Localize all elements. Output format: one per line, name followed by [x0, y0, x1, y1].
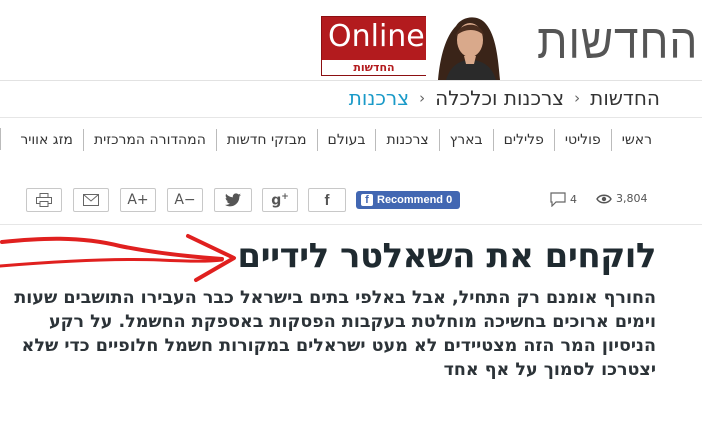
nav-item-weather[interactable]: מזג אוויר — [10, 129, 83, 151]
nav-divider — [0, 117, 702, 118]
recommend-label: Recommend 0 — [377, 194, 453, 206]
nav-item-crime[interactable]: פלילים — [492, 129, 554, 151]
eye-icon — [596, 194, 612, 203]
header-divider — [0, 80, 702, 81]
facebook-share-button[interactable]: f — [308, 188, 346, 212]
print-icon — [36, 193, 52, 207]
article-summary: החורף אומנם רק התחיל, אבל באלפי בתים ביש… — [14, 286, 656, 382]
site-logo[interactable]: החדשות — [537, 14, 698, 70]
facebook-logo-icon: f — [361, 194, 373, 206]
breadcrumb-item-consumer[interactable]: צרכנות — [349, 86, 409, 110]
chevron-left-icon: ‹ — [574, 89, 581, 107]
twitter-icon — [225, 193, 241, 207]
views-count-value: 3,804 — [616, 192, 648, 205]
nav-item-home[interactable]: ראשי — [610, 129, 662, 151]
print-button[interactable] — [26, 188, 62, 212]
twitter-button[interactable] — [214, 188, 252, 212]
breadcrumb-item-consumer-economy[interactable]: צרכנות וכלכלה — [435, 86, 564, 110]
facebook-recommend-button[interactable]: f Recommend 0 — [356, 191, 460, 209]
summary-line: החורף אומנם רק התחיל, אבל באלפי בתים ביש… — [14, 288, 656, 308]
online-badge[interactable]: Online החדשות — [321, 16, 427, 76]
nav-item-politics[interactable]: פוליטי — [553, 129, 611, 151]
presenter-photo — [426, 6, 508, 80]
facebook-icon: f — [324, 191, 330, 209]
chevron-left-icon: ‹ — [419, 89, 426, 107]
mail-icon — [83, 194, 99, 206]
annotation-arrow-icon — [0, 234, 236, 282]
summary-line: יצטרכו לסמוך על אף אחד — [443, 360, 656, 380]
article-headline: לוקחים את השאלטר לידיים — [237, 236, 656, 276]
comment-icon — [550, 192, 566, 207]
nav-item-consumer[interactable]: צרכנות — [375, 129, 438, 151]
mail-button[interactable] — [73, 188, 109, 212]
summary-line: וימים ארוכים בחשיכה מוחלטת בעקבות הפסקות… — [48, 312, 656, 332]
nav-item-news-flash[interactable]: מבזקי חדשות — [215, 129, 317, 151]
font-increase-button[interactable]: A+ — [120, 188, 156, 212]
nav-item-world[interactable]: בעולם — [316, 129, 376, 151]
nav-edge-divider — [0, 128, 1, 150]
google-plus-button[interactable]: g+ — [262, 188, 298, 212]
breadcrumb: החדשות ‹ צרכנות וכלכלה ‹ צרכנות — [349, 86, 660, 110]
google-plus-icon: g+ — [271, 191, 289, 209]
nav-item-israel[interactable]: בארץ — [438, 129, 493, 151]
toolbar-divider — [0, 224, 702, 225]
comments-count-value: 4 — [570, 193, 577, 206]
font-decrease-button[interactable]: A− — [167, 188, 203, 212]
comments-count[interactable]: 4 — [550, 192, 577, 207]
summary-line: הניסיון המר הזה מצטיידים לא מעט ישראלים … — [21, 336, 656, 356]
online-badge-sub: החדשות — [322, 60, 426, 75]
online-badge-word: Online — [328, 19, 425, 54]
main-nav: ראשי פוליטי פלילים בארץ צרכנות בעולם מבז… — [10, 128, 662, 152]
nav-item-main-edition[interactable]: המהדורה המרכזית — [82, 129, 216, 151]
breadcrumb-item-home[interactable]: החדשות — [590, 86, 660, 110]
views-count: 3,804 — [596, 192, 648, 205]
